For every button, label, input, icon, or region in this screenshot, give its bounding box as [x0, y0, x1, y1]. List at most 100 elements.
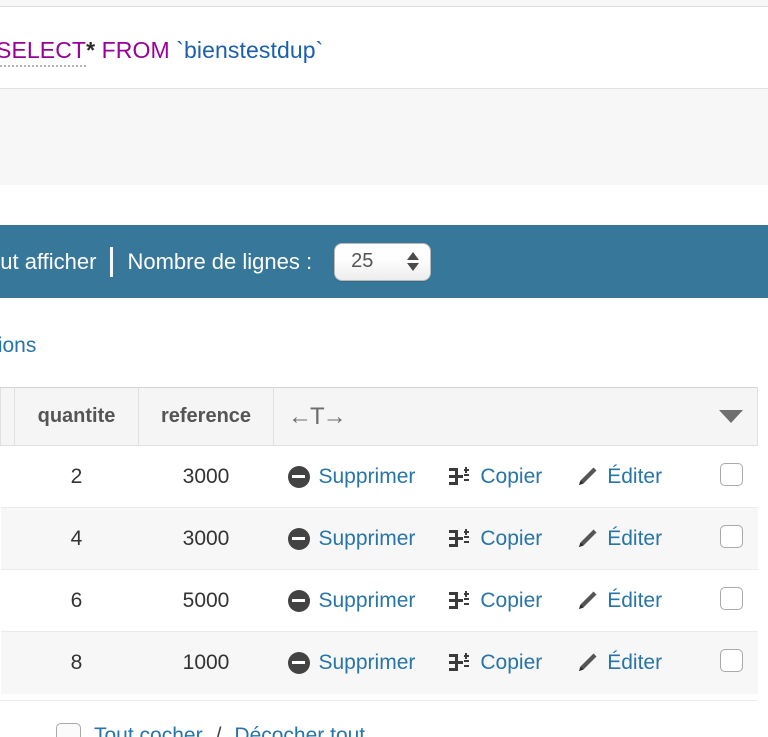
copy-label: Copier	[480, 465, 542, 489]
panel-gap	[0, 185, 768, 225]
cell-quantite: 6	[15, 570, 139, 632]
pencil-icon	[576, 466, 598, 488]
rows-per-page-select[interactable]: 25	[334, 243, 431, 281]
edit-row-action[interactable]: Éditer	[576, 527, 662, 551]
row-actions: Supprimer	[288, 527, 744, 551]
cell-actions: Supprimer	[274, 446, 758, 508]
cell-reference: 3000	[139, 508, 274, 570]
copy-label: Copier	[480, 527, 542, 551]
row-checkbox-cell	[720, 443, 743, 505]
pencil-icon	[576, 590, 598, 612]
cell-actions: Supprimer	[274, 508, 758, 570]
row-actions: Supprimer	[288, 651, 744, 675]
column-move-icon[interactable]: ←T→	[288, 403, 345, 431]
results-table-body: 2 3000 Supprimer	[1, 446, 758, 694]
sql-query-bar: SELECT* FROM `bienstestdup`	[0, 7, 768, 89]
delete-icon	[288, 466, 310, 488]
check-all-row: Tout cocher / Décocher tout	[0, 700, 757, 737]
rows-per-page-value: 25	[351, 250, 373, 273]
delete-label: Supprimer	[319, 651, 416, 675]
edit-label: Éditer	[607, 589, 662, 613]
edit-row-action[interactable]: Éditer	[576, 465, 662, 489]
edit-label: Éditer	[607, 527, 662, 551]
header-quantite[interactable]: quantite	[15, 388, 139, 446]
pencil-icon	[576, 652, 598, 674]
copy-row-action[interactable]: Copier	[449, 465, 542, 489]
pencil-icon	[576, 528, 598, 550]
row-spacer	[1, 446, 15, 508]
sql-table-identifier[interactable]: `bienstestdup`	[176, 37, 323, 63]
header-select-column	[1, 388, 15, 446]
copy-label: Copier	[480, 651, 542, 675]
row-select-checkbox[interactable]	[720, 649, 743, 672]
copy-icon	[449, 591, 471, 611]
row-spacer	[1, 632, 15, 694]
row-actions: Supprimer	[288, 589, 744, 613]
row-select-checkbox[interactable]	[720, 587, 743, 610]
check-all-checkbox[interactable]	[56, 723, 81, 737]
results-table-head: quantite reference ←T→	[1, 388, 758, 446]
options-link[interactable]: tions	[0, 334, 36, 358]
sql-query-text: SELECT* FROM `bienstestdup`	[0, 37, 323, 64]
cell-quantite: 2	[15, 446, 139, 508]
row-spacer	[1, 508, 15, 570]
copy-icon	[449, 467, 471, 487]
edit-row-action[interactable]: Éditer	[576, 589, 662, 613]
check-all-controls: Tout cocher / Décocher tout	[56, 723, 365, 737]
edit-row-action[interactable]: Éditer	[576, 651, 662, 675]
delete-label: Supprimer	[319, 589, 416, 613]
show-all-link[interactable]: out afficher	[0, 249, 96, 275]
row-select-checkbox[interactable]	[720, 463, 743, 486]
sql-star: *	[86, 37, 95, 63]
copy-row-action[interactable]: Copier	[449, 651, 542, 675]
copy-icon	[449, 529, 471, 549]
cell-reference: 3000	[139, 446, 274, 508]
table-row[interactable]: 6 5000 Supprimer	[1, 570, 758, 632]
delete-row-action[interactable]: Supprimer	[288, 527, 416, 551]
copy-label: Copier	[480, 589, 542, 613]
table-row[interactable]: 8 1000 Supprimer	[1, 632, 758, 694]
sql-keyword-from[interactable]: FROM	[102, 37, 170, 63]
table-row[interactable]: 2 3000 Supprimer	[1, 446, 758, 508]
row-checkbox-cell	[720, 505, 743, 567]
cell-quantite: 8	[15, 632, 139, 694]
options-row: tions	[0, 298, 768, 373]
top-strip	[0, 0, 768, 7]
delete-icon	[288, 652, 310, 674]
edit-label: Éditer	[607, 651, 662, 675]
row-select-checkbox[interactable]	[720, 525, 743, 548]
delete-icon	[288, 528, 310, 550]
check-all-separator: /	[216, 724, 222, 737]
edit-label: Éditer	[607, 465, 662, 489]
cell-actions: Supprimer	[274, 632, 758, 694]
cell-quantite: 4	[15, 508, 139, 570]
cell-reference: 5000	[139, 570, 274, 632]
row-spacer	[1, 570, 15, 632]
rows-per-page-label: Nombre de lignes :	[127, 249, 312, 275]
check-all-label[interactable]: Tout cocher	[94, 724, 203, 737]
stepper-down-icon[interactable]	[407, 263, 419, 271]
header-actions-inner: ←T→	[288, 403, 743, 431]
cell-actions: Supprimer	[274, 570, 758, 632]
delete-row-action[interactable]: Supprimer	[288, 651, 416, 675]
delete-label: Supprimer	[319, 465, 416, 489]
copy-icon	[449, 653, 471, 673]
table-row[interactable]: 4 3000 Supprimer	[1, 508, 758, 570]
delete-icon	[288, 590, 310, 612]
nav-separator	[110, 247, 113, 277]
chevron-down-icon[interactable]	[719, 410, 743, 423]
sql-keyword-select[interactable]: SELECT	[0, 37, 86, 67]
stepper-arrows-icon[interactable]	[407, 252, 419, 271]
delete-label: Supprimer	[319, 527, 416, 551]
uncheck-all-label[interactable]: Décocher tout	[234, 724, 365, 737]
stepper-up-icon[interactable]	[407, 252, 419, 260]
delete-row-action[interactable]: Supprimer	[288, 589, 416, 613]
row-actions: Supprimer	[288, 465, 744, 489]
table-header-row: quantite reference ←T→	[1, 388, 758, 446]
copy-row-action[interactable]: Copier	[449, 527, 542, 551]
delete-row-action[interactable]: Supprimer	[288, 465, 416, 489]
header-reference[interactable]: reference	[139, 388, 274, 446]
row-checkbox-cell	[720, 629, 743, 691]
row-checkbox-column	[720, 443, 743, 691]
copy-row-action[interactable]: Copier	[449, 589, 542, 613]
